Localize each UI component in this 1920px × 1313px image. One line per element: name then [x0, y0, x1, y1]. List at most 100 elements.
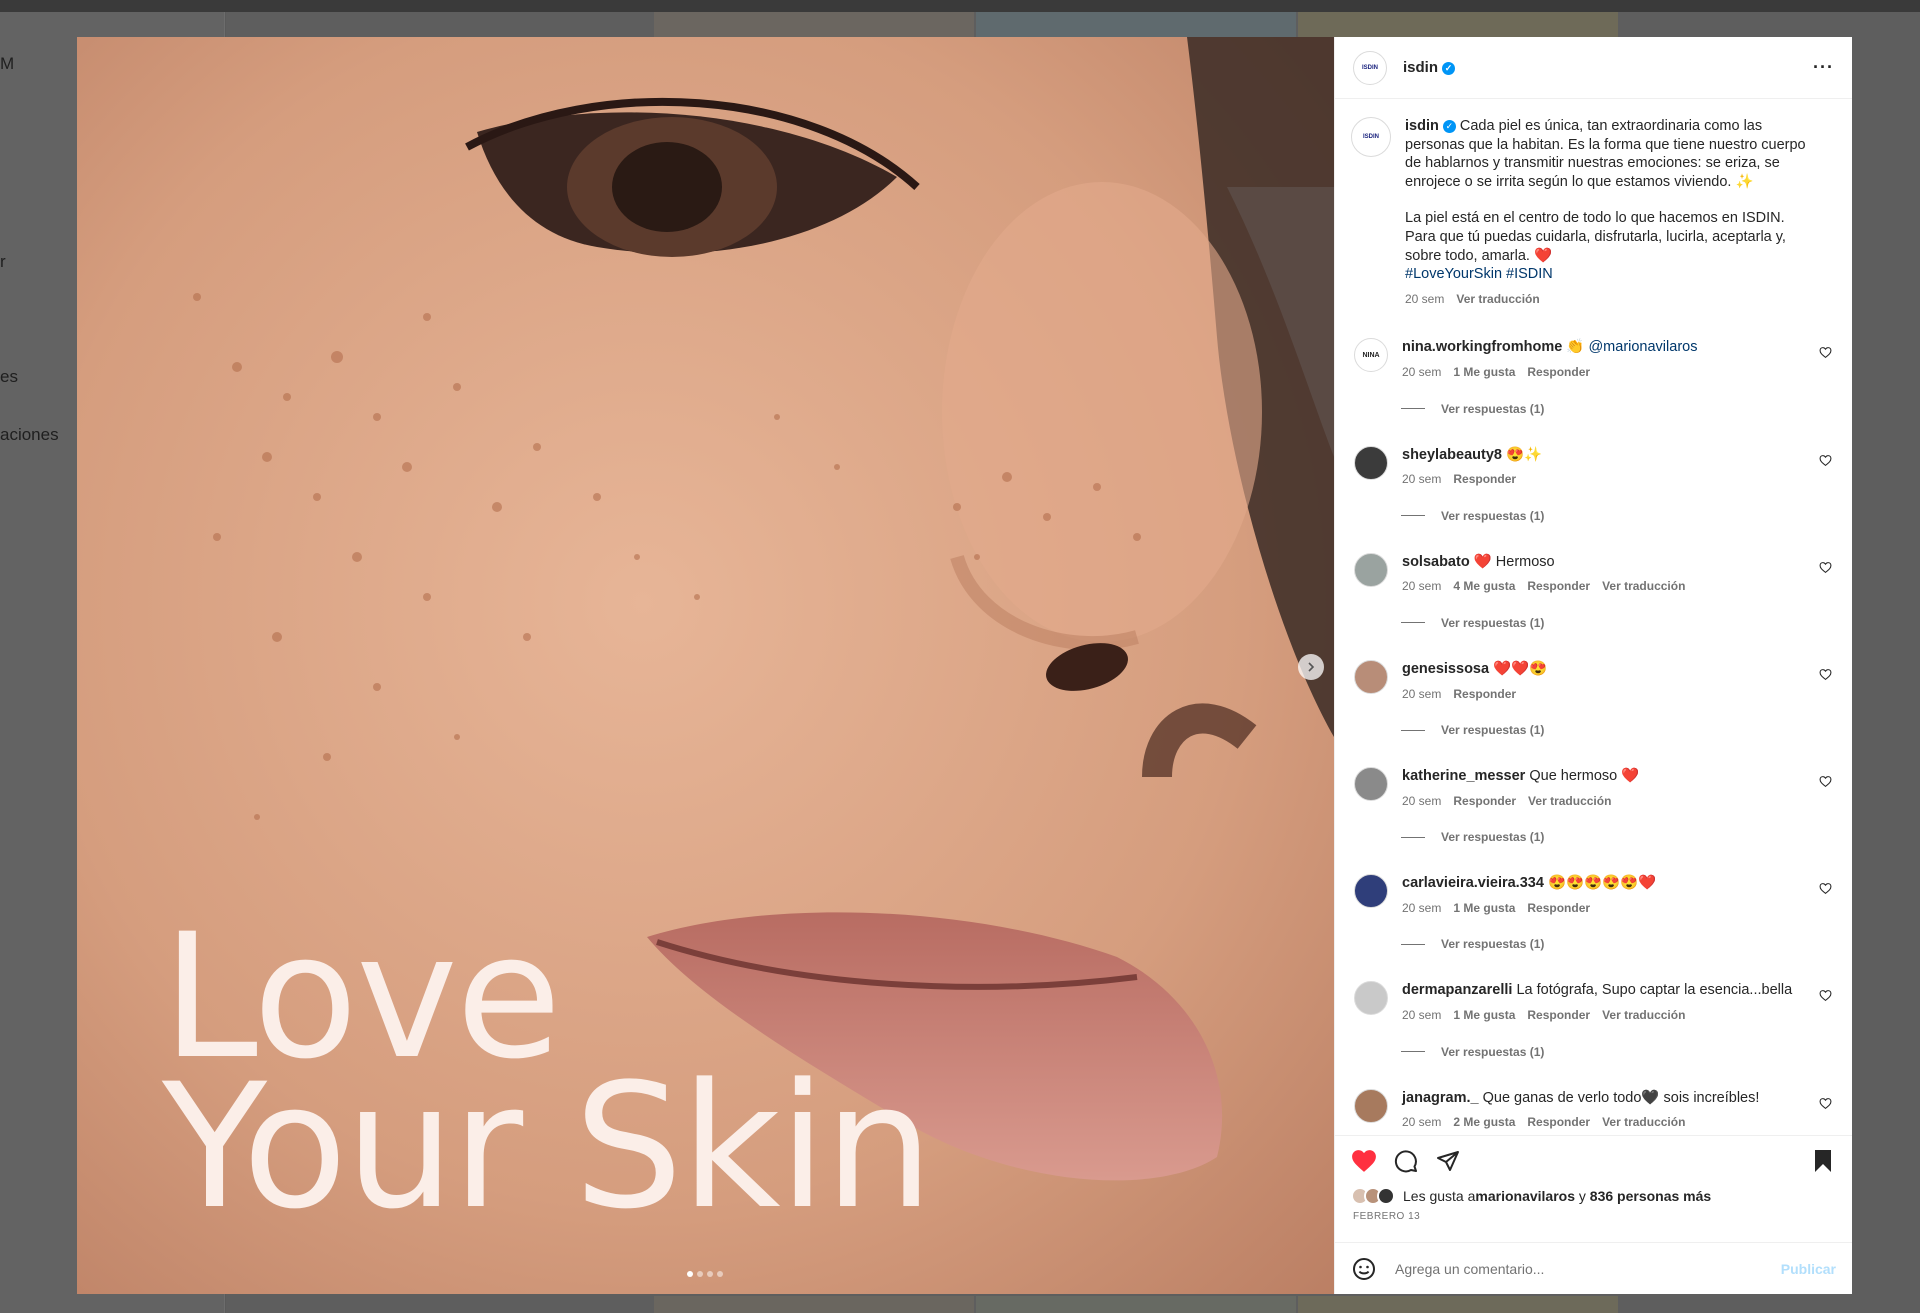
caption-username[interactable]: isdin [1405, 118, 1439, 134]
comment-like-heart-icon[interactable] [1819, 346, 1832, 359]
comment-translate-link[interactable]: Ver traducción [1602, 1115, 1685, 1129]
commenter-avatar[interactable] [1354, 659, 1388, 694]
view-replies-button[interactable]: Ver respuestas (1) [1401, 830, 1834, 844]
comment-username[interactable]: nina.workingfromhome [1402, 339, 1562, 355]
comment-time: 20 sem [1402, 686, 1442, 701]
comment-time: 20 sem [1402, 793, 1442, 808]
comment-username[interactable]: katherine_messer [1402, 768, 1525, 784]
comment-likes[interactable]: 1 Me gusta [1453, 901, 1515, 915]
post-caption: ISDIN isdin ✓ Cada piel es única, tan ext… [1351, 117, 1834, 308]
comment-like-heart-icon[interactable] [1819, 775, 1832, 788]
commenter-avatar[interactable]: NINA [1354, 338, 1388, 373]
chevron-right-icon [1308, 662, 1315, 672]
caption-body: isdin ✓ Cada piel es única, tan extraordi… [1405, 117, 1815, 308]
caption-hashtags[interactable]: #LoveYourSkin #ISDIN [1405, 265, 1815, 284]
likes-user[interactable]: marionavilaros [1475, 1188, 1575, 1204]
commenter-avatar[interactable] [1354, 981, 1388, 1016]
comment-reply-button[interactable]: Responder [1453, 472, 1516, 486]
comment-like-heart-icon[interactable] [1819, 1097, 1832, 1110]
comment-translate-link[interactable]: Ver traducción [1602, 579, 1685, 593]
post-media[interactable]: Love Your Skin [77, 37, 1334, 1294]
commenter-avatar[interactable] [1354, 445, 1388, 480]
comment-row: carlavieira.vieira.334 😍😍😍😍😍❤️ 20 sem 1 Me… [1351, 874, 1834, 917]
carousel-dot [707, 1271, 713, 1277]
comment-reply-button[interactable]: Responder [1453, 794, 1516, 808]
more-options-icon[interactable]: ··· [1813, 57, 1834, 78]
caption-author-avatar[interactable]: ISDIN [1351, 117, 1391, 157]
comment-row: NINA nina.workingfromhome 👏 @marionavilar… [1351, 338, 1834, 381]
comment-item: solsabato ❤️ Hermoso 20 sem 4 Me gusta Resp… [1351, 552, 1834, 630]
caption-translate-link[interactable]: Ver traducción [1456, 292, 1539, 306]
comment-reply-button[interactable]: Responder [1527, 901, 1590, 915]
commenter-avatar[interactable] [1354, 767, 1388, 802]
view-replies-label: Ver respuestas (1) [1441, 508, 1545, 523]
view-replies-button[interactable]: Ver respuestas (1) [1401, 723, 1834, 737]
comment-icon[interactable] [1393, 1148, 1419, 1174]
comment-text: Que ganas de verlo todo🖤 sois increíbles… [1482, 1089, 1760, 1106]
view-replies-button[interactable]: Ver respuestas (1) [1401, 937, 1834, 951]
comment-text: 😍😍😍😍😍❤️ [1547, 875, 1657, 892]
view-replies-button[interactable]: Ver respuestas (1) [1401, 616, 1834, 630]
likes-summary[interactable]: Les gusta a marionavilaros y 836 persona… [1335, 1185, 1852, 1207]
share-icon[interactable] [1435, 1148, 1461, 1174]
comment-like-heart-icon[interactable] [1819, 454, 1832, 467]
comment-reply-button[interactable]: Responder [1527, 579, 1590, 593]
comment-username[interactable]: dermapanzarelli [1402, 982, 1512, 998]
publish-button[interactable]: Publicar [1781, 1261, 1836, 1277]
comment-username[interactable]: sheylabeauty8 [1402, 447, 1502, 463]
caption-meta: 20 sem Ver traducción [1405, 290, 1815, 309]
bookmark-icon[interactable] [1810, 1148, 1836, 1174]
background-tile [976, 12, 1296, 40]
add-comment-bar: Agrega un comentario... Publicar [1335, 1242, 1852, 1294]
view-replies-button[interactable]: Ver respuestas (1) [1401, 402, 1834, 416]
view-replies-button[interactable]: Ver respuestas (1) [1401, 1045, 1834, 1059]
comment-body: dermapanzarelli La fotógrafa, Supo capta… [1402, 981, 1802, 1024]
comment-meta: 20 sem 1 Me gusta Responder [1402, 363, 1802, 382]
comment-reply-button[interactable]: Responder [1453, 687, 1516, 701]
author-avatar[interactable]: ISDIN [1353, 50, 1387, 85]
comment-likes[interactable]: 4 Me gusta [1453, 579, 1515, 593]
likes-others[interactable]: 836 personas más [1590, 1188, 1711, 1204]
comment-item: genesissosa ❤️❤️😍 20 sem Responder Ver resp… [1351, 659, 1834, 737]
commenter-avatar[interactable] [1354, 1088, 1388, 1123]
comment-reply-button[interactable]: Responder [1527, 1115, 1590, 1129]
comment-body: genesissosa ❤️❤️😍 20 sem Responder [1402, 660, 1802, 703]
comment-input[interactable]: Agrega un comentario... [1395, 1261, 1781, 1277]
comment-likes[interactable]: 2 Me gusta [1453, 1115, 1515, 1129]
comment-likes[interactable]: 1 Me gusta [1453, 1008, 1515, 1022]
view-replies-label: Ver respuestas (1) [1441, 937, 1545, 952]
emoji-icon[interactable] [1351, 1256, 1377, 1282]
comment-mention[interactable]: @marionavilaros [1588, 339, 1697, 355]
like-heart-icon[interactable] [1351, 1148, 1377, 1174]
carousel-next-button[interactable] [1298, 654, 1324, 680]
carousel-indicator [687, 1271, 723, 1277]
author-username-text: isdin [1403, 59, 1439, 76]
post-modal: Love Your Skin ISDIN isdin ✓ ··· ISDIN is… [77, 37, 1852, 1294]
comment-translate-link[interactable]: Ver traducción [1528, 794, 1611, 808]
commenter-avatar[interactable] [1354, 552, 1388, 587]
background-tile [654, 1296, 974, 1313]
comments-scroll-area[interactable]: ISDIN isdin ✓ Cada piel es única, tan ext… [1335, 99, 1852, 1135]
replies-divider [1401, 408, 1425, 410]
comment-reply-button[interactable]: Responder [1527, 1008, 1590, 1022]
comment-username[interactable]: carlavieira.vieira.334 [1402, 875, 1544, 891]
comment-likes[interactable]: 1 Me gusta [1453, 365, 1515, 379]
post-image-title: Love Your Skin [162, 911, 933, 1233]
comment-username[interactable]: genesissosa [1402, 661, 1489, 677]
comment-like-heart-icon[interactable] [1819, 882, 1832, 895]
comment-username[interactable]: janagram._ [1402, 1090, 1479, 1106]
comment-row: janagram._ Que ganas de verlo todo🖤 sois… [1351, 1088, 1834, 1132]
comment-like-heart-icon[interactable] [1819, 668, 1832, 681]
comment-translate-link[interactable]: Ver traducción [1602, 1008, 1685, 1022]
author-username[interactable]: isdin ✓ [1403, 59, 1456, 76]
caption-paragraph-2: La piel está en el centro de todo lo que… [1405, 210, 1786, 264]
comment-like-heart-icon[interactable] [1819, 561, 1832, 574]
comment-username[interactable]: solsabato [1402, 554, 1470, 570]
caption-paragraph-1: Cada piel es única, tan extraordinaria c… [1405, 118, 1806, 190]
view-replies-button[interactable]: Ver respuestas (1) [1401, 509, 1834, 523]
comment-like-heart-icon[interactable] [1819, 989, 1832, 1002]
comment-body: sheylabeauty8 😍✨ 20 sem Responder [1402, 446, 1802, 489]
comment-reply-button[interactable]: Responder [1527, 365, 1590, 379]
comment-item: janagram._ Que ganas de verlo todo🖤 sois… [1351, 1088, 1834, 1132]
commenter-avatar[interactable] [1354, 874, 1388, 909]
